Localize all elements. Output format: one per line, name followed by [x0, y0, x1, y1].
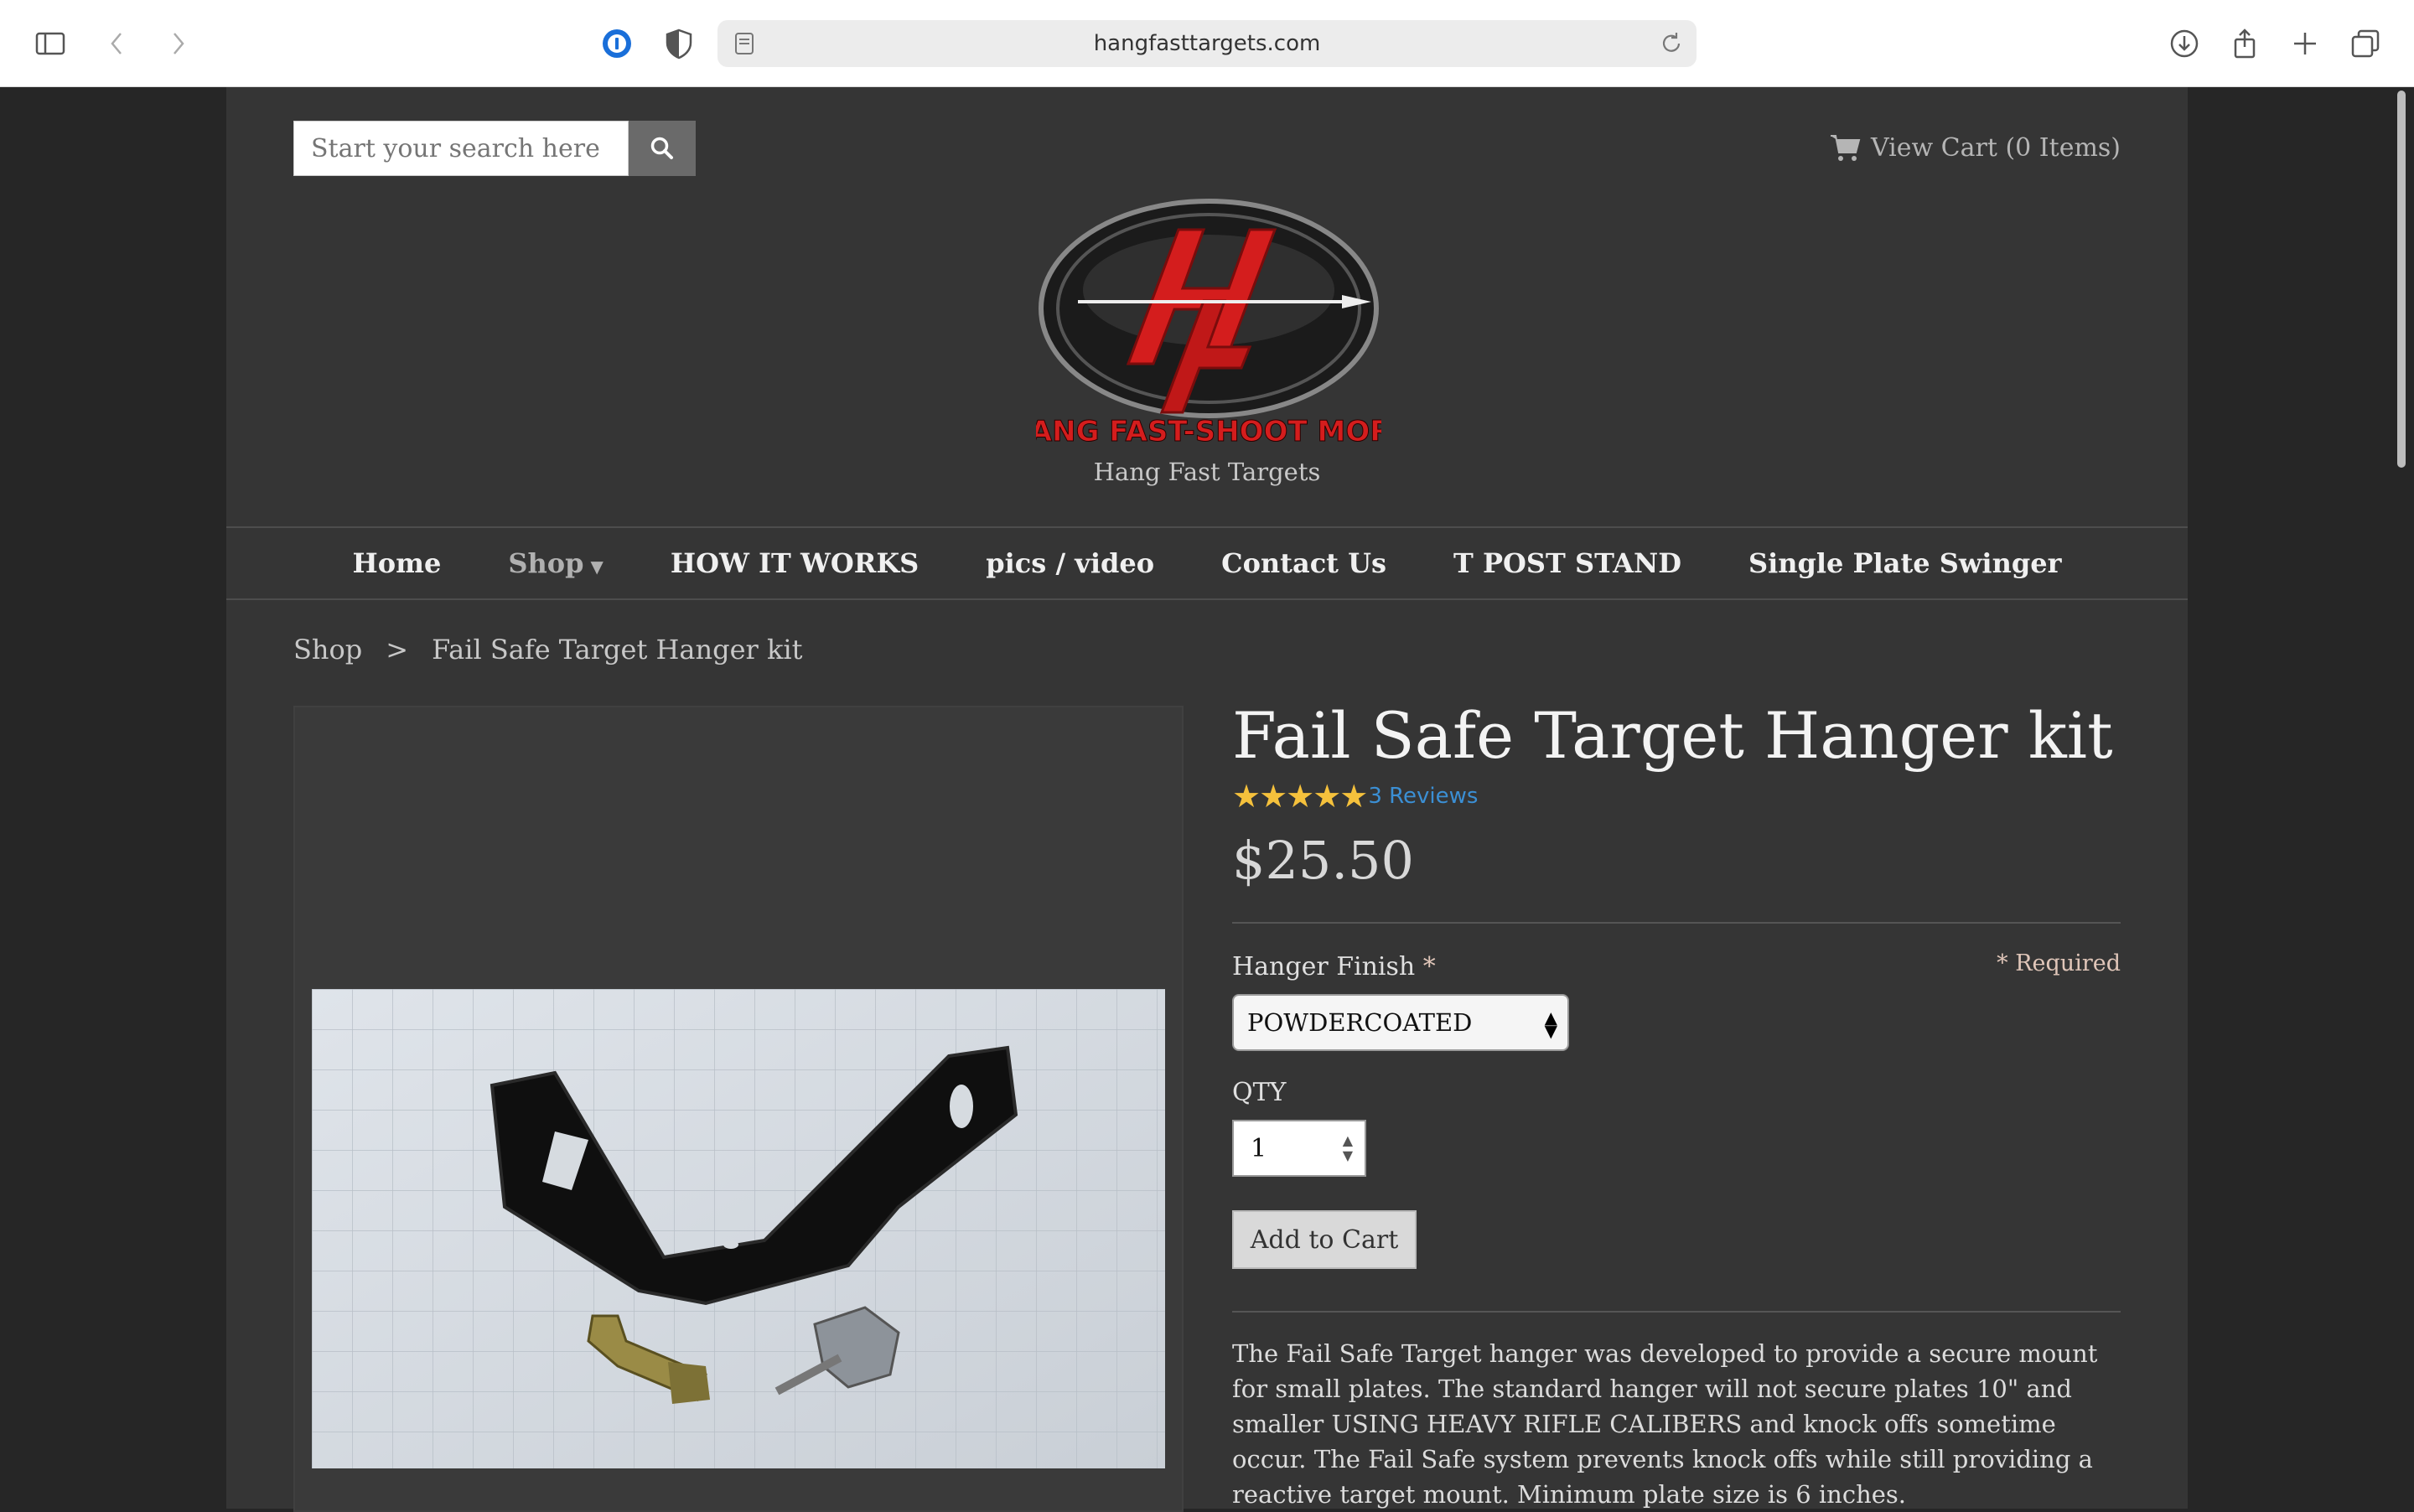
quantity-stepper[interactable]: 1 ▲ ▼: [1232, 1120, 1366, 1177]
qty-value: 1: [1251, 1133, 1267, 1163]
privacy-shield-icon[interactable]: [659, 23, 699, 64]
main-nav: Home Shop ▼ HOW IT WORKS pics / video Con…: [226, 526, 2188, 600]
nav-contact-us[interactable]: Contact Us: [1221, 547, 1386, 579]
nav-home[interactable]: Home: [353, 547, 442, 579]
breadcrumb-shop-link[interactable]: Shop: [293, 634, 362, 665]
cart-label: View Cart (0 Items): [1870, 132, 2121, 163]
hanger-finish-label: Hanger Finish *: [1232, 952, 1436, 981]
reviews-link[interactable]: 3 Reviews: [1368, 784, 1478, 809]
nav-t-post-stand[interactable]: T POST STAND: [1453, 547, 1681, 579]
product-title: Fail Safe Target Hanger kit: [1232, 698, 2113, 773]
view-cart-link[interactable]: View Cart (0 Items): [1829, 129, 2121, 166]
site-search: [293, 121, 696, 176]
search-button[interactable]: [629, 121, 696, 176]
breadcrumb-current: Fail Safe Target Hanger kit: [432, 634, 803, 665]
sidebar-toggle-icon[interactable]: [30, 23, 70, 64]
search-input[interactable]: [293, 121, 629, 176]
page-icon: [735, 33, 754, 54]
nav-how-it-works[interactable]: HOW IT WORKS: [671, 547, 919, 579]
product-title-wrap: Fail Safe Target Hanger kit: [1232, 704, 2113, 768]
stepper-arrows-icon[interactable]: ▲ ▼: [1343, 1133, 1353, 1163]
product-rating: ★★★★★ 3 Reviews: [1232, 778, 1478, 815]
new-tab-icon[interactable]: [2285, 23, 2325, 64]
scrollbar-thumb[interactable]: [2397, 91, 2406, 468]
site-title: Hang Fast Targets: [1093, 458, 1321, 486]
add-to-cart-button[interactable]: Add to Cart: [1232, 1210, 1417, 1269]
nav-single-plate-swinger[interactable]: Single Plate Swinger: [1748, 547, 2061, 579]
share-icon[interactable]: [2225, 23, 2265, 64]
required-mark: *: [1422, 952, 1436, 981]
qty-label: QTY: [1232, 1078, 1287, 1107]
site-logo[interactable]: HANG FAST-SHOOT MORE: [1036, 196, 1381, 448]
hanger-finish-select[interactable]: POWDERCOATED ▲ ▼: [1232, 994, 1569, 1051]
page-container: View Cart (0 Items) HANG FAST-SHOOT MORE…: [226, 87, 2188, 1512]
product-photo[interactable]: [312, 989, 1165, 1468]
selected-option: POWDERCOATED: [1247, 1008, 1473, 1037]
tab-overview-icon[interactable]: [2345, 23, 2386, 64]
cart-icon: [1830, 135, 1861, 161]
product-description: The Fail Safe Target hanger was develope…: [1232, 1339, 2098, 1509]
password-manager-icon[interactable]: [597, 23, 637, 64]
divider: [1232, 922, 2121, 924]
page-scrollbar[interactable]: [2394, 91, 2407, 1509]
nav-shop-label: Shop: [508, 547, 584, 579]
back-icon[interactable]: [97, 23, 137, 64]
breadcrumb: Shop > Fail Safe Target Hanger kit: [293, 634, 802, 665]
search-icon: [650, 137, 673, 159]
breadcrumb-separator: >: [386, 634, 409, 665]
nav-shop[interactable]: Shop ▼: [508, 547, 603, 579]
hanger-finish-label-text: Hanger Finish: [1232, 952, 1416, 981]
select-arrows-icon: ▲ ▼: [1544, 1007, 1557, 1041]
product-price: $25.50: [1232, 830, 1414, 891]
browser-toolbar: hangfasttargets.com: [0, 0, 2414, 87]
logo-text: HANG FAST-SHOOT MORE: [1036, 415, 1381, 448]
star-rating-icon: ★★★★★: [1232, 778, 1368, 815]
nav-pics-video[interactable]: pics / video: [986, 547, 1154, 579]
divider: [1232, 1311, 2121, 1313]
forward-icon[interactable]: [158, 23, 198, 64]
caret-down-icon: ▼: [590, 557, 604, 577]
address-bar[interactable]: hangfasttargets.com: [717, 20, 1697, 67]
url-text: hangfasttargets.com: [1093, 31, 1321, 56]
required-note: * Required: [1997, 950, 2121, 976]
downloads-icon[interactable]: [2164, 23, 2204, 64]
reload-icon[interactable]: [1658, 30, 1685, 57]
product-gallery: [293, 706, 1184, 1512]
